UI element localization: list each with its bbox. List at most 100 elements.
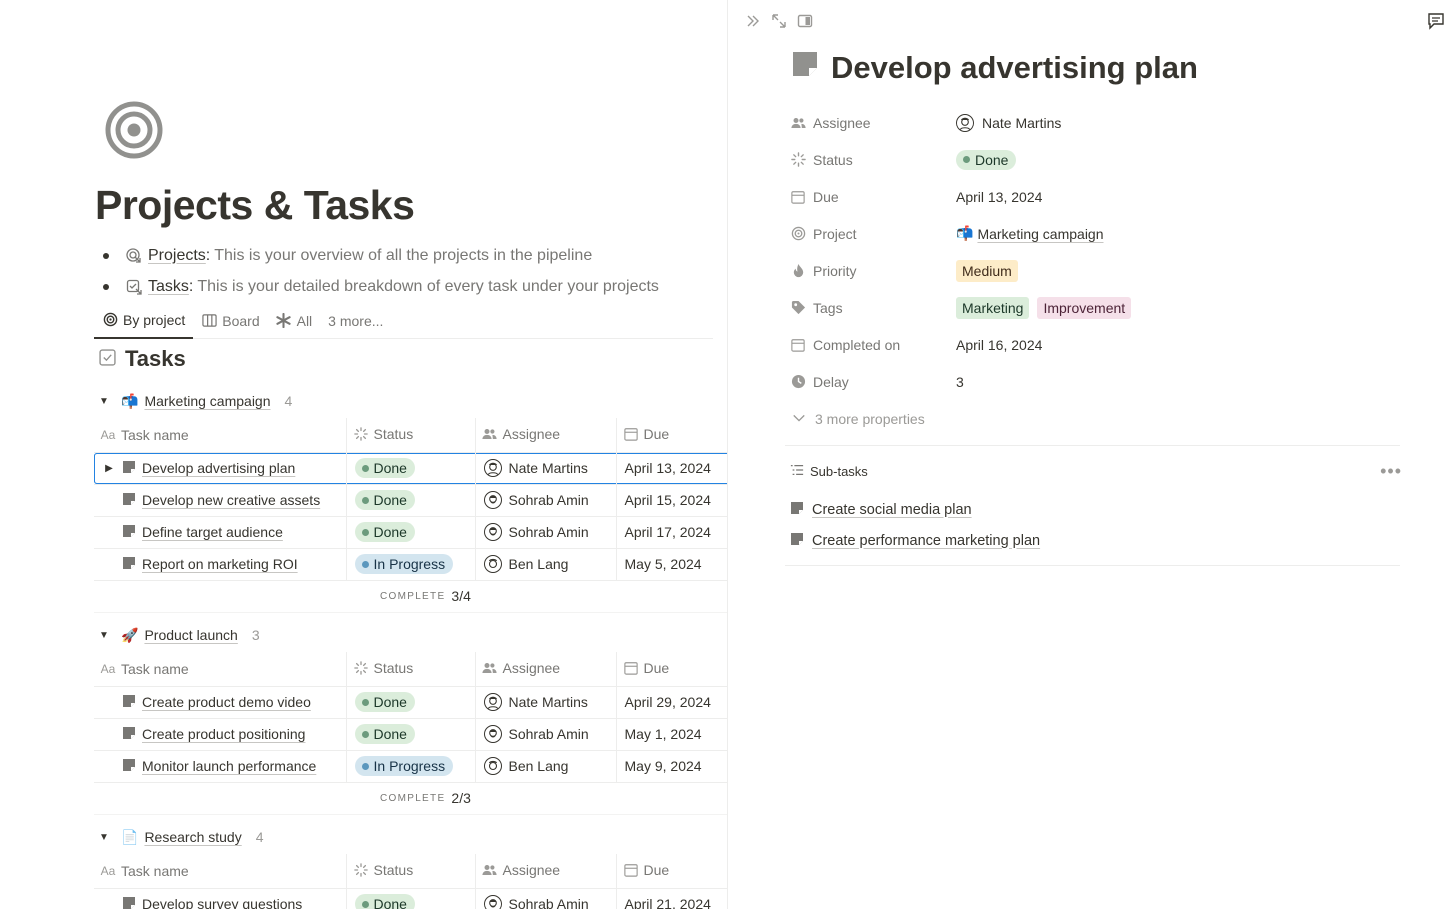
task-name[interactable]: Report on marketing ROI bbox=[142, 556, 298, 572]
group-header[interactable]: ▼ 📄 Research study 4 bbox=[94, 822, 727, 852]
due-date: May 5, 2024 bbox=[624, 556, 702, 572]
column-header-status[interactable]: Status bbox=[345, 652, 475, 687]
assignee-icon bbox=[482, 426, 498, 442]
target-icon[interactable] bbox=[104, 100, 164, 160]
calendar-icon bbox=[790, 189, 806, 205]
subtask-name[interactable]: Create performance marketing plan bbox=[812, 533, 1040, 549]
property-completed-on[interactable]: Completed on April 16, 2024 bbox=[790, 326, 1400, 363]
column-header-status[interactable]: Status bbox=[345, 418, 475, 453]
page-icon bbox=[122, 492, 136, 509]
group-header[interactable]: ▼ 🚀 Product launch 3 bbox=[94, 620, 727, 650]
view-tabs: By project Board All 3 more... bbox=[94, 303, 713, 339]
list-icon bbox=[790, 463, 804, 480]
target-icon bbox=[102, 312, 118, 328]
expand-arrow-icon[interactable]: ▶ bbox=[102, 463, 116, 474]
more-options-icon[interactable]: ••• bbox=[1380, 461, 1402, 482]
group-product-launch: ▼ 🚀 Product launch 3 Aa Task name Status … bbox=[94, 620, 727, 815]
table-row[interactable]: Create product positioning Done Sohrab A… bbox=[94, 718, 727, 751]
peek-panel: Develop advertising plan Assignee Nate M… bbox=[727, 0, 1456, 909]
tab-all[interactable]: All bbox=[268, 303, 321, 339]
comment-icon[interactable] bbox=[1426, 11, 1446, 31]
table-header: Aa Task name Status Assignee Due bbox=[94, 418, 727, 453]
page-icon bbox=[122, 556, 136, 573]
column-header-assignee[interactable]: Assignee bbox=[474, 854, 616, 889]
group-name[interactable]: Product launch bbox=[144, 627, 237, 643]
property-delay[interactable]: Delay 3 bbox=[790, 363, 1400, 400]
tab-by-project[interactable]: By project bbox=[94, 303, 194, 339]
side-panel-icon[interactable] bbox=[796, 12, 814, 30]
triangle-down-icon[interactable]: ▼ bbox=[99, 832, 109, 843]
double-chevron-icon[interactable] bbox=[744, 12, 762, 30]
avatar bbox=[483, 459, 502, 477]
page-icon bbox=[122, 460, 136, 477]
task-name[interactable]: Develop survey questions bbox=[142, 896, 302, 909]
table-row[interactable]: Define target audience Done Sohrab Amin … bbox=[94, 516, 727, 549]
status-badge: Done bbox=[354, 522, 415, 542]
group-name[interactable]: Marketing campaign bbox=[144, 393, 270, 409]
column-header-name[interactable]: Aa Task name bbox=[94, 854, 346, 889]
expand-icon[interactable] bbox=[770, 12, 788, 30]
complete-count: 2/3 bbox=[451, 790, 471, 806]
tab-board[interactable]: Board bbox=[193, 303, 267, 339]
group-summary[interactable]: COMPLETE 2/3 bbox=[94, 783, 727, 815]
property-status[interactable]: Status Done bbox=[790, 141, 1400, 178]
property-project[interactable]: Project 📬 Marketing campaign bbox=[790, 215, 1400, 252]
assignee-value: Nate Martins bbox=[982, 114, 1062, 131]
tag-marketing: Marketing bbox=[956, 296, 1030, 319]
column-header-name[interactable]: Aa Task name bbox=[94, 418, 346, 453]
subtask-item[interactable]: Create performance marketing plan bbox=[790, 525, 1402, 556]
column-header-assignee[interactable]: Assignee bbox=[474, 418, 616, 453]
table-row[interactable]: Develop new creative assets Done Sohrab … bbox=[94, 484, 727, 517]
database-title-text[interactable]: Tasks bbox=[125, 346, 186, 372]
peek-toolbar bbox=[744, 12, 814, 30]
projects-link[interactable]: Projects bbox=[148, 247, 206, 265]
task-name[interactable]: Create product demo video bbox=[142, 694, 311, 710]
avatar bbox=[483, 523, 502, 541]
project-link[interactable]: Marketing campaign bbox=[977, 226, 1103, 242]
task-name[interactable]: Create product positioning bbox=[142, 726, 305, 742]
table-row[interactable]: ▶ Develop advertising plan Done Nate Mart… bbox=[94, 452, 727, 485]
divider bbox=[785, 565, 1400, 566]
column-header-due[interactable]: Due bbox=[615, 418, 727, 453]
property-tags[interactable]: Tags Marketing Improvement bbox=[790, 289, 1400, 326]
status-badge: Done bbox=[354, 692, 415, 712]
page-icon bbox=[791, 50, 819, 86]
tasks-link[interactable]: Tasks bbox=[148, 278, 189, 296]
table-row[interactable]: Develop survey questions Done Sohrab Ami… bbox=[94, 888, 727, 909]
property-due[interactable]: Due April 13, 2024 bbox=[790, 178, 1400, 215]
triangle-down-icon[interactable]: ▼ bbox=[99, 630, 109, 641]
task-name[interactable]: Define target audience bbox=[142, 524, 283, 540]
task-name[interactable]: Monitor launch performance bbox=[142, 758, 316, 774]
subtask-name[interactable]: Create social media plan bbox=[812, 502, 972, 518]
main-page: Projects & Tasks Projects: This is your … bbox=[0, 0, 727, 909]
mailbox-icon: 📬 bbox=[121, 392, 139, 409]
column-header-name[interactable]: Aa Task name bbox=[94, 652, 346, 687]
column-header-due[interactable]: Due bbox=[615, 854, 727, 889]
assignee-name: Sohrab Amin bbox=[508, 524, 589, 540]
group-summary[interactable]: COMPLETE 3/4 bbox=[94, 581, 727, 613]
assignee-icon bbox=[482, 862, 498, 878]
subtask-item[interactable]: Create social media plan bbox=[790, 494, 1402, 525]
column-header-due[interactable]: Due bbox=[615, 652, 727, 687]
property-assignee[interactable]: Assignee Nate Martins bbox=[790, 104, 1400, 141]
triangle-down-icon[interactable]: ▼ bbox=[99, 396, 109, 407]
task-name[interactable]: Develop advertising plan bbox=[142, 460, 295, 476]
peek-title-text[interactable]: Develop advertising plan bbox=[831, 50, 1198, 86]
page-title: Projects & Tasks bbox=[95, 182, 415, 228]
rocket-icon: 🚀 bbox=[121, 626, 139, 643]
table-row[interactable]: Create product demo video Done Nate Mart… bbox=[94, 686, 727, 719]
property-priority[interactable]: Priority Medium bbox=[790, 252, 1400, 289]
group-name[interactable]: Research study bbox=[144, 829, 241, 845]
more-properties-toggle[interactable]: 3 more properties bbox=[790, 400, 1400, 438]
avatar bbox=[956, 113, 974, 132]
task-name[interactable]: Develop new creative assets bbox=[142, 492, 320, 508]
assignee-name: Ben Lang bbox=[508, 758, 569, 774]
target-icon bbox=[790, 226, 806, 242]
group-header[interactable]: ▼ 📬 Marketing campaign 4 bbox=[94, 386, 727, 416]
tab-more[interactable]: 3 more... bbox=[320, 303, 391, 339]
status-badge: Done bbox=[354, 490, 415, 510]
column-header-assignee[interactable]: Assignee bbox=[474, 652, 616, 687]
table-row[interactable]: Report on marketing ROI In Progress Ben … bbox=[94, 548, 727, 581]
table-row[interactable]: Monitor launch performance In Progress B… bbox=[94, 750, 727, 783]
column-header-status[interactable]: Status bbox=[345, 854, 475, 889]
